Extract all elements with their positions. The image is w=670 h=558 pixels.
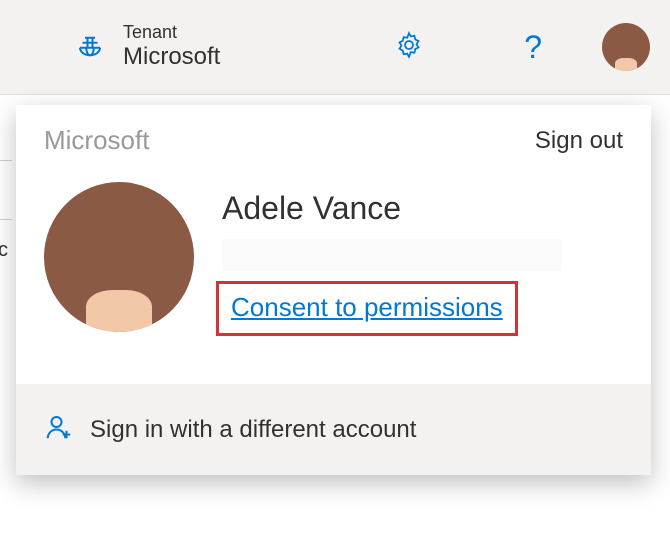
user-name: Adele Vance [222,190,623,227]
tenant-label: Tenant [123,22,220,44]
profile-avatar [44,182,194,332]
top-bar: Tenant Microsoft ? [0,0,670,95]
switch-account-row[interactable]: Sign in with a different account [16,384,651,475]
panel-org-label: Microsoft [44,125,149,156]
avatar[interactable] [602,23,650,71]
user-email-redacted [222,239,562,271]
tenant-block[interactable]: Tenant Microsoft [75,22,220,72]
globe-icon [75,29,105,64]
person-add-icon [44,412,74,447]
gear-icon[interactable] [394,30,424,65]
consent-permissions-link[interactable]: Consent to permissions [231,292,503,322]
tenant-name: Microsoft [123,43,220,72]
switch-account-label[interactable]: Sign in with a different account [90,416,416,444]
consent-highlight: Consent to permissions [216,281,518,336]
signout-button[interactable]: Sign out [535,127,623,155]
left-edge-fragment: c [0,160,12,220]
account-panel: Microsoft Sign out Adele Vance Consent t… [16,105,651,475]
help-icon[interactable]: ? [524,29,542,66]
